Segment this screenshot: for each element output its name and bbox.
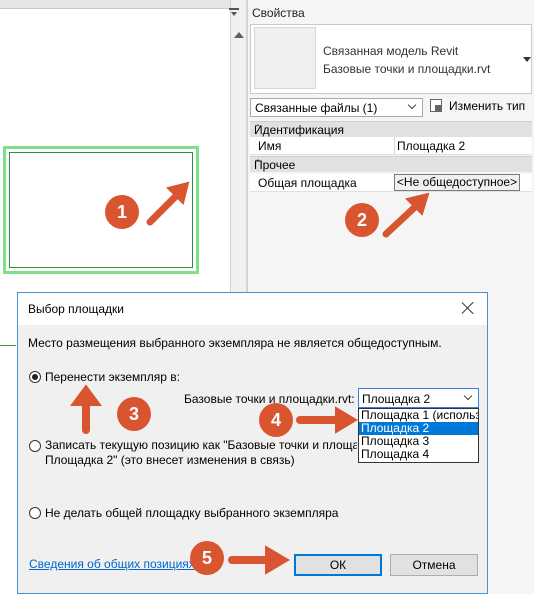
annotation-arrows: [70, 181, 430, 575]
arrow-1-icon: [146, 192, 180, 226]
arrow-2-icon: [382, 203, 419, 238]
